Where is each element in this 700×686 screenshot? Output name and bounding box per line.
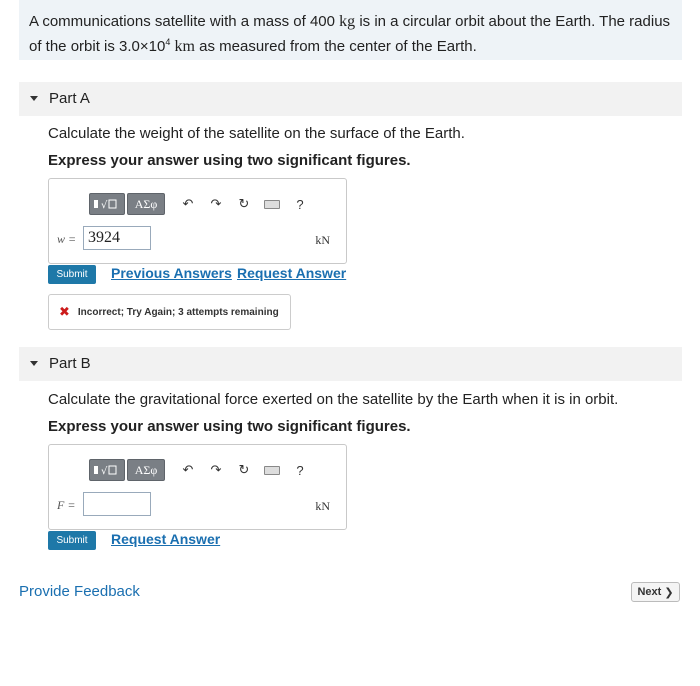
submit-button[interactable]: Submit (48, 265, 96, 284)
previous-answers-link[interactable]: Previous Answers (111, 265, 232, 281)
part-a-header[interactable]: Part A (19, 82, 682, 116)
templates-icon: √ (94, 465, 117, 477)
next-button[interactable]: Next ❯ (631, 582, 680, 602)
help-icon[interactable]: ? (289, 193, 311, 215)
problem-text-4: as measured from the center of the Earth… (194, 38, 477, 55)
part-a-question: Calculate the weight of the satellite on… (48, 125, 465, 142)
radius-unit: km (174, 38, 195, 55)
chevron-right-icon: ❯ (664, 586, 674, 599)
variable-label: F = (57, 498, 76, 512)
svg-text:√: √ (101, 466, 108, 477)
help-icon[interactable]: ? (289, 459, 311, 481)
greek-symbols-button[interactable]: ΑΣφ (127, 459, 165, 481)
request-answer-link[interactable]: Request Answer (237, 265, 346, 281)
variable-label: w = (57, 232, 77, 246)
request-answer-link[interactable]: Request Answer (111, 531, 220, 547)
greek-symbols-button[interactable]: ΑΣφ (127, 193, 165, 215)
part-a-title: Part A (49, 90, 90, 107)
redo-icon[interactable]: ↷ (205, 459, 227, 481)
part-b-instruction: Express your answer using two significan… (48, 418, 411, 435)
undo-icon[interactable]: ↶ (177, 459, 199, 481)
answer-input[interactable] (83, 492, 151, 516)
part-b-answer-box: √ ΑΣφ ↶ ↷ ↻ ? F = kN (48, 444, 347, 530)
templates-button[interactable]: √ (89, 193, 125, 215)
unit-label: kN (315, 499, 330, 513)
problem-text-1: A communications satellite with a mass o… (29, 13, 340, 30)
keyboard-icon[interactable] (261, 459, 283, 481)
provide-feedback-link[interactable]: Provide Feedback (19, 583, 140, 600)
templates-button[interactable]: √ (89, 459, 125, 481)
error-x-icon: ✖ (59, 304, 70, 319)
keyboard-icon[interactable] (261, 193, 283, 215)
part-a-answer-box: √ ΑΣφ ↶ ↷ ↻ ? w = kN (48, 178, 347, 264)
part-b-title: Part B (49, 355, 91, 372)
problem-statement: A communications satellite with a mass o… (19, 0, 682, 60)
mass-unit: kg (339, 13, 356, 30)
math-toolbar: √ ΑΣφ ↶ ↷ ↻ ? (89, 459, 311, 481)
submit-button[interactable]: Submit (48, 531, 96, 550)
undo-icon[interactable]: ↶ (177, 193, 199, 215)
unit-label: kN (315, 233, 330, 247)
reset-icon[interactable]: ↻ (233, 193, 255, 215)
feedback-text: Incorrect; Try Again; 3 attempts remaini… (77, 306, 279, 318)
part-a-instruction: Express your answer using two significan… (48, 152, 411, 169)
redo-icon[interactable]: ↷ (205, 193, 227, 215)
answer-input[interactable] (83, 226, 151, 250)
next-label: Next (637, 586, 662, 598)
part-b-header[interactable]: Part B (19, 347, 682, 381)
templates-icon: √ (94, 199, 117, 211)
feedback-message: ✖ Incorrect; Try Again; 3 attempts remai… (48, 294, 291, 330)
part-b-question: Calculate the gravitational force exerte… (48, 391, 619, 408)
svg-text:√: √ (101, 200, 108, 211)
math-toolbar: √ ΑΣφ ↶ ↷ ↻ ? (89, 193, 311, 215)
reset-icon[interactable]: ↻ (233, 459, 255, 481)
caret-down-icon[interactable] (30, 96, 38, 101)
caret-down-icon[interactable] (30, 361, 38, 366)
